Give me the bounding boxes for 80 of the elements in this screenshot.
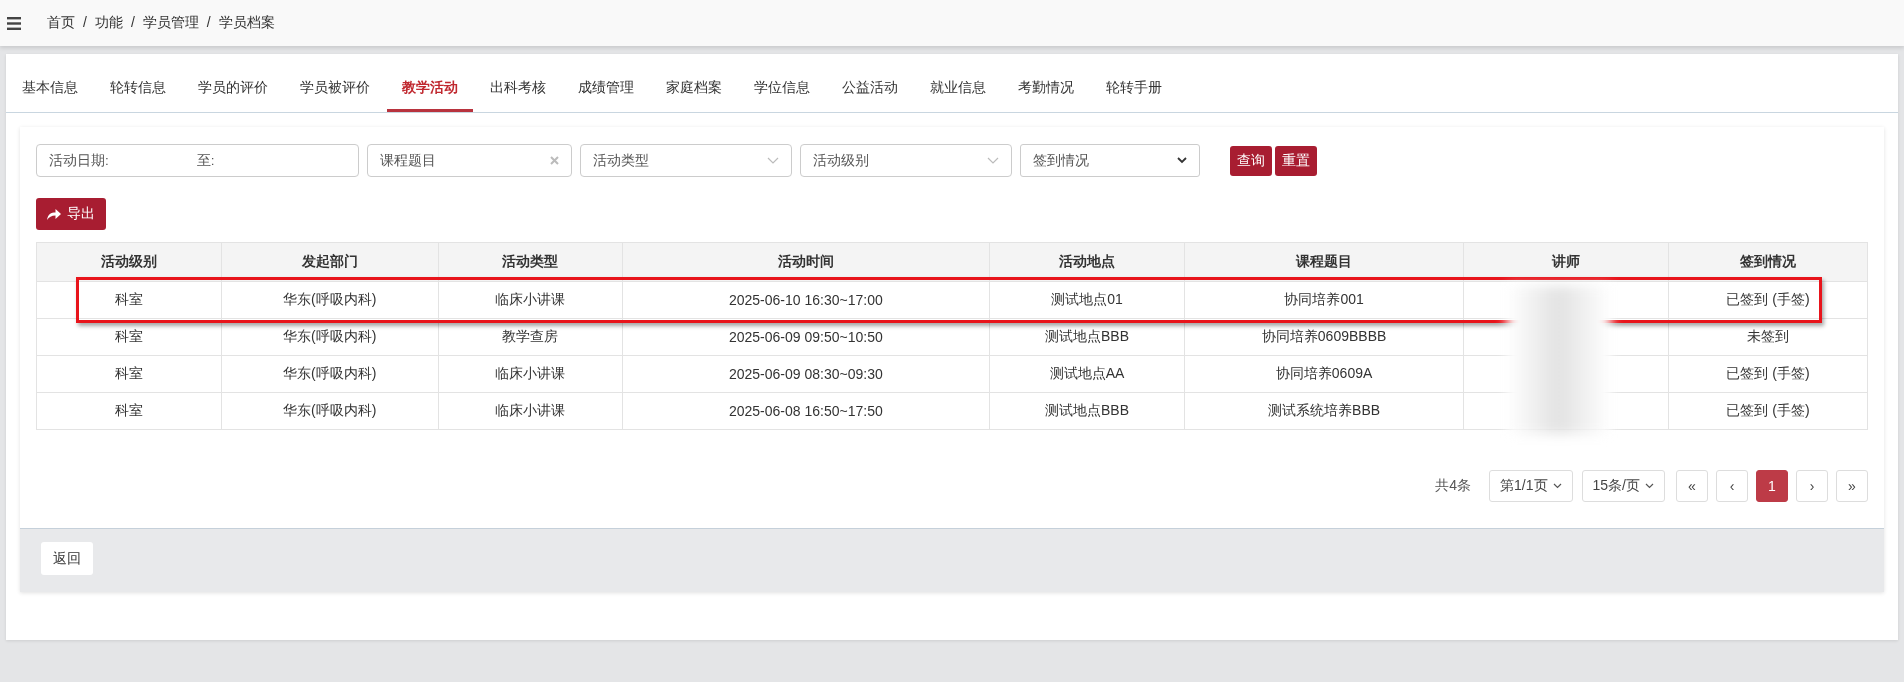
column-header: 签到情况: [1668, 242, 1868, 282]
next-page-button[interactable]: ›: [1796, 470, 1828, 502]
topic-field[interactable]: 课程题目: [367, 144, 572, 177]
column-header: 活动类型: [438, 242, 623, 282]
table-cell: 华东(呼吸内科): [221, 281, 439, 319]
table-cell: 协同培养0609A: [1184, 355, 1464, 393]
table-cell: 测试地点01: [989, 281, 1185, 319]
table-cell: 测试地点BBB: [989, 318, 1185, 356]
table-cell: 协同培养001: [1184, 281, 1464, 319]
breadcrumb-item[interactable]: 学员档案: [218, 14, 275, 32]
table-cell: 临床小讲课: [438, 355, 623, 393]
breadcrumb-separator: /: [130, 14, 135, 32]
breadcrumb-separator: /: [83, 14, 87, 32]
back-button[interactable]: 返回: [41, 542, 93, 575]
checkin-status-select[interactable]: 签到情况: [1020, 144, 1200, 177]
first-page-button[interactable]: «: [1676, 470, 1708, 502]
table-cell: 临床小讲课: [438, 392, 623, 430]
tab[interactable]: 学员被评价: [285, 66, 385, 112]
tab[interactable]: 考勤情况: [1003, 66, 1089, 112]
total-count: 共4条: [1435, 477, 1472, 495]
tab[interactable]: 学员的评价: [183, 66, 283, 112]
table-cell: 临床小讲课: [438, 281, 623, 319]
activity-level-select[interactable]: 活动级别: [800, 144, 1012, 177]
table-cell: 华东(呼吸内科): [221, 392, 439, 430]
column-header: 活动地点: [989, 242, 1185, 282]
tab[interactable]: 家庭档案: [651, 66, 737, 112]
column-header: 讲师: [1463, 242, 1669, 282]
table-cell: 华东(呼吸内科): [221, 355, 439, 393]
table-cell: 2025-06-09 09:50~10:50: [622, 318, 990, 356]
share-icon: [47, 208, 61, 220]
table-cell: 测试地点BBB: [989, 392, 1185, 430]
tab[interactable]: 教学活动: [387, 66, 473, 112]
table-cell: 2025-06-10 16:30~17:00: [622, 281, 990, 319]
table-cell: 2025-06-08 16:50~17:50: [622, 392, 990, 430]
table-cell: 2025-06-09 08:30~09:30: [622, 355, 990, 393]
column-header: 发起部门: [221, 242, 439, 282]
table-cell: 科室: [36, 281, 222, 319]
tab[interactable]: 就业信息: [915, 66, 1001, 112]
column-header: 活动时间: [622, 242, 990, 282]
table-cell: 科室: [36, 318, 222, 356]
page-select[interactable]: 第1/1页: [1489, 470, 1573, 502]
reset-button[interactable]: 重置: [1275, 145, 1317, 176]
table-cell: 科室: [36, 355, 222, 393]
tab[interactable]: 基本信息: [7, 66, 93, 112]
chevron-down-icon: [1552, 483, 1562, 489]
table-cell: 已签到 (手签): [1668, 392, 1868, 430]
tab[interactable]: 公益活动: [827, 66, 913, 112]
column-header: 课程题目: [1184, 242, 1464, 282]
breadcrumb-item[interactable]: 功能: [94, 14, 123, 32]
tab[interactable]: 学位信息: [739, 66, 825, 112]
table-cell: 测试系统培养BBB: [1184, 392, 1464, 430]
page-size-select[interactable]: 15条/页: [1581, 470, 1665, 502]
table-cell: 已签到 (手签): [1668, 281, 1868, 319]
chevron-down-icon: [1177, 157, 1187, 164]
table-cell: 华东(呼吸内科): [221, 318, 439, 356]
activity-type-select[interactable]: 活动类型: [580, 144, 792, 177]
table-cell: 测试地点AA: [989, 355, 1185, 393]
query-button[interactable]: 查询: [1230, 145, 1272, 176]
tab[interactable]: 轮转手册: [1091, 66, 1177, 112]
last-page-button[interactable]: »: [1836, 470, 1868, 502]
chevron-down-icon: [1645, 483, 1654, 489]
previous-page-button[interactable]: ‹: [1716, 470, 1748, 502]
table-cell: 未签到: [1668, 318, 1868, 356]
breadcrumb-separator: /: [206, 14, 211, 32]
page-button[interactable]: 1: [1756, 470, 1788, 502]
tab[interactable]: 成绩管理: [563, 66, 649, 112]
tab[interactable]: 出科考核: [475, 66, 561, 112]
breadcrumb-item[interactable]: 学员管理: [142, 14, 199, 32]
chevron-down-icon: [987, 156, 999, 165]
table-cell: 教学查房: [438, 318, 623, 356]
date-range-field[interactable]: 活动日期: 至:: [36, 144, 359, 177]
table-cell: 已签到 (手签): [1668, 355, 1868, 393]
column-header: 活动级别: [36, 242, 222, 282]
menu-icon[interactable]: [7, 16, 21, 30]
tab[interactable]: 轮转信息: [95, 66, 181, 112]
export-button[interactable]: 导出: [36, 198, 106, 230]
table-cell: 科室: [36, 392, 222, 430]
breadcrumb-item[interactable]: 首页: [47, 14, 75, 32]
chevron-down-icon: [767, 156, 779, 165]
table-cell: 协同培养0609BBBB: [1184, 318, 1464, 356]
